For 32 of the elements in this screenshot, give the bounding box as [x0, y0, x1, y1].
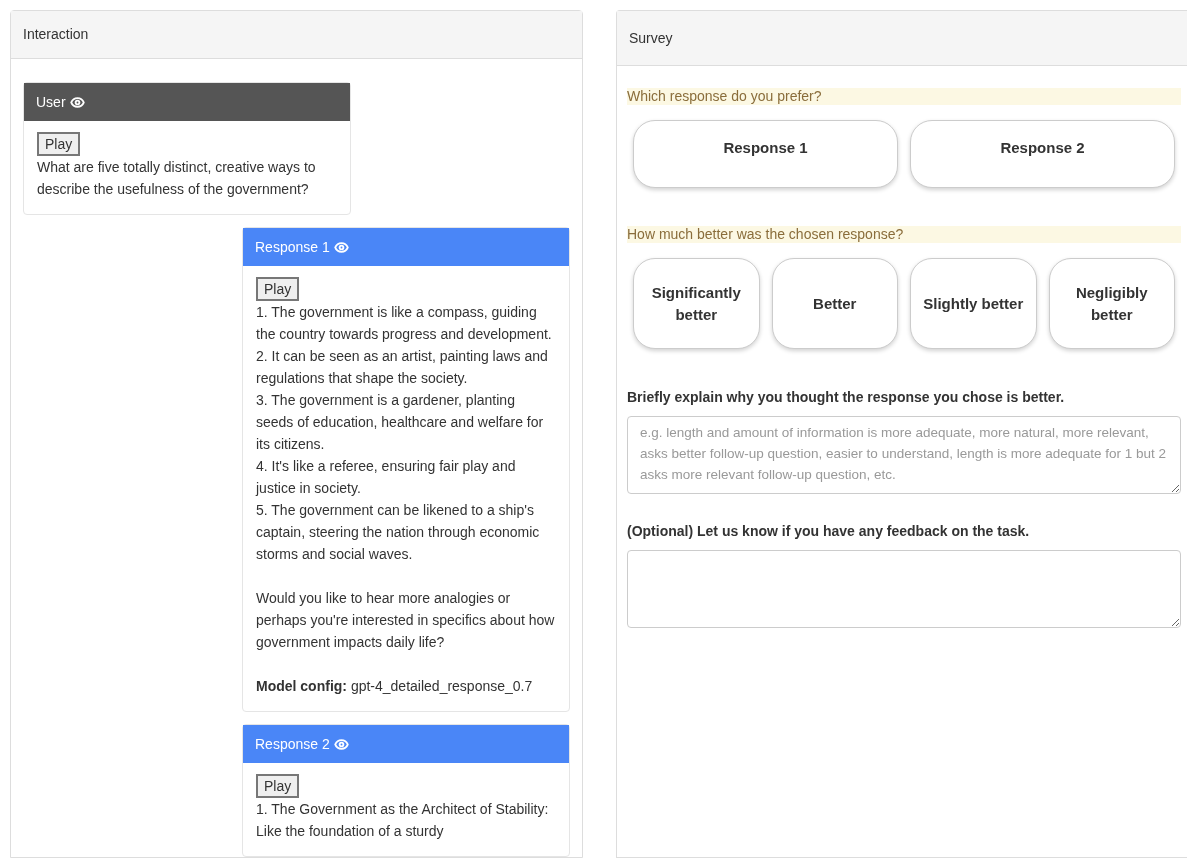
model-config: Model config: gpt-4_detailed_response_0.7 [256, 677, 534, 696]
message-text: 1. The government is like a compass, guiding the country towards progress and development. [256, 303, 553, 344]
choice-button[interactable]: Negligibly better [1048, 258, 1175, 349]
choice-button[interactable]: Slightly better [910, 258, 1037, 349]
play-button[interactable]: Play [37, 132, 81, 156]
play-button[interactable]: Play [256, 774, 300, 798]
message-title: User [36, 92, 66, 112]
eye-icon[interactable] [333, 239, 349, 255]
question-label: (Optional) Let us know if you have any feedback on the task. [627, 522, 1031, 541]
eye-icon[interactable] [69, 94, 85, 110]
question-label: Which response do you prefer? [627, 88, 1181, 105]
panel-title: Survey [629, 28, 673, 48]
choice-button[interactable]: Response 1 [633, 120, 898, 188]
text-field[interactable]: e.g. length and amount of information is more adequate, more natural, more relevant, asks better follow-up question, easier to understand, length is more adequate for 1 but 2 asks more relevant follow-up question, etc. [627, 416, 1181, 494]
play-button[interactable]: Play [256, 277, 300, 301]
choice-button[interactable]: Better [771, 258, 898, 349]
question-label: Briefly explain why you thought the response you chose is better. [627, 388, 1066, 407]
panel-title: Interaction [23, 25, 89, 44]
message-text: 3. The government is a gardener, planting seeds of education, healthcare and welfare for its citizens. [256, 391, 545, 454]
message-text: 1. The Government as the Architect of Stability: Like the foundation of a sturdy [256, 800, 550, 841]
message-text: 4. It's like a referee, ensuring fair play and justice in society. [256, 457, 517, 498]
text-field[interactable] [627, 550, 1181, 628]
choice-button[interactable]: Significantly better [633, 258, 760, 349]
eye-icon[interactable] [333, 736, 349, 752]
message-title: Response 2 [255, 734, 330, 754]
message-text: Would you like to hear more analogies or perhaps you're interested in specifics about how government impacts daily life? [256, 589, 556, 652]
message-title: Response 1 [255, 237, 330, 257]
message-text: 5. The government can be likened to a ship's captain, steering the nation through economic storms and social waves. [256, 501, 541, 564]
choice-button[interactable]: Response 2 [910, 120, 1175, 188]
question-label: How much better was the chosen response? [627, 226, 1181, 243]
message-text: What are five totally distinct, creative ways to describe the usefulness of the government? [37, 158, 317, 199]
message-text: 2. It can be seen as an artist, painting laws and regulations that shape the society. [256, 347, 549, 388]
